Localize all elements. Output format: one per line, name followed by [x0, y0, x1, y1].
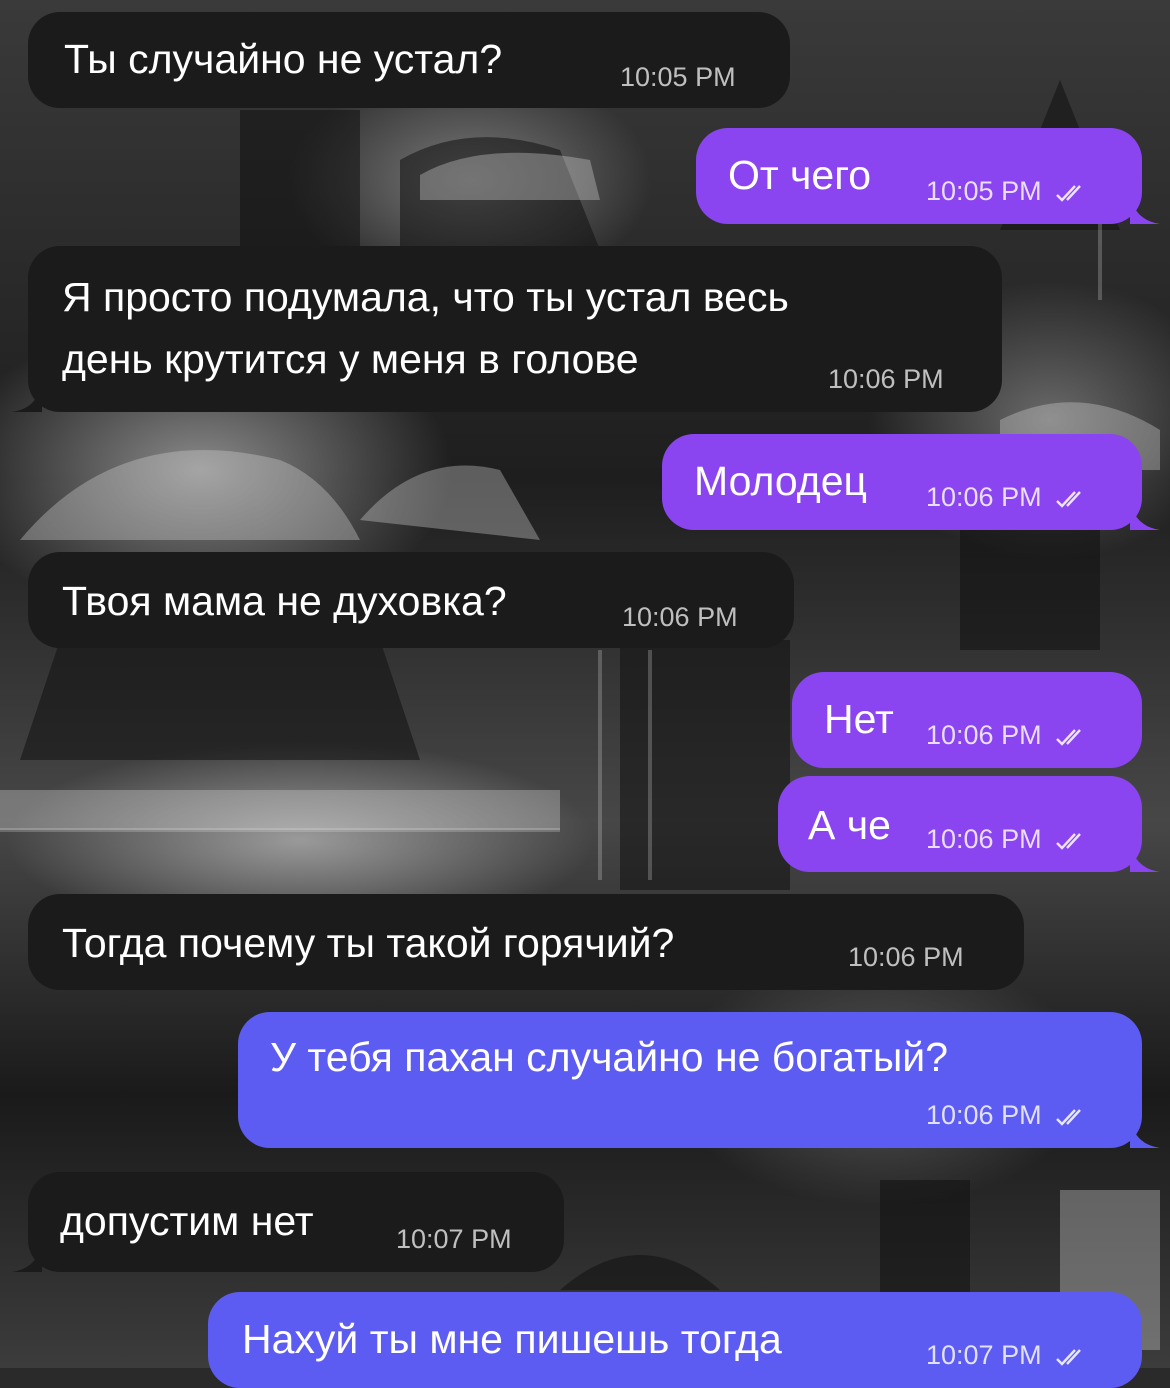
- message-time: 10:06 PM: [926, 720, 1042, 750]
- message-text: Ты случайно не устал?: [64, 36, 503, 82]
- message-time: 10:06 PM: [926, 824, 1042, 854]
- message-meta: 10:06 PM: [926, 482, 1093, 512]
- message-text: допустим нет: [60, 1198, 314, 1244]
- double-check-icon: [1056, 833, 1081, 850]
- message-incoming[interactable]: Ты случайно не устал? 10:05 PM: [28, 12, 790, 108]
- message-outgoing[interactable]: Нахуй ты мне пишешь тогда 10:07 PM: [208, 1292, 1142, 1388]
- message-incoming[interactable]: Твоя мама не духовка? 10:06 PM: [28, 552, 794, 648]
- message-text: От чего: [728, 152, 872, 198]
- message-incoming[interactable]: Тогда почему ты такой горячий? 10:06 PM: [28, 894, 1024, 990]
- message-outgoing[interactable]: А че 10:06 PM: [778, 776, 1160, 872]
- bubble-tail: [12, 1242, 42, 1272]
- message-meta: 10:05 PM: [926, 176, 1093, 206]
- message-text: А че: [808, 802, 891, 848]
- double-check-icon: [1056, 729, 1081, 746]
- message-time: 10:06 PM: [622, 602, 738, 632]
- bubble-tail: [1130, 194, 1160, 224]
- message-text-line: день крутится у меня в голове: [62, 336, 639, 382]
- message-outgoing[interactable]: От чего 10:05 PM: [696, 128, 1160, 224]
- message-text: Молодец: [694, 458, 868, 504]
- message-meta: 10:06 PM: [926, 1100, 1093, 1130]
- message-meta: 10:06 PM: [926, 824, 1093, 854]
- message-outgoing[interactable]: Молодец 10:06 PM: [662, 434, 1160, 530]
- message-incoming[interactable]: Я просто подумала, что ты устал весь ден…: [12, 246, 1002, 412]
- bubble-tail: [1130, 500, 1160, 530]
- double-check-icon: [1056, 1109, 1081, 1126]
- message-text-line: Я просто подумала, что ты устал весь: [62, 274, 789, 320]
- bubble-tail: [1130, 1118, 1160, 1148]
- message-text: У тебя пахан случайно не богатый?: [270, 1034, 949, 1080]
- message-time: 10:06 PM: [828, 364, 944, 394]
- message-time: 10:06 PM: [848, 942, 964, 972]
- bubble-tail: [12, 382, 42, 412]
- message-text: Твоя мама не духовка?: [62, 578, 507, 624]
- message-time: 10:06 PM: [926, 482, 1042, 512]
- message-outgoing[interactable]: У тебя пахан случайно не богатый? 10:06 …: [238, 1012, 1160, 1148]
- double-check-icon: [1056, 1349, 1081, 1366]
- message-incoming[interactable]: допустим нет 10:07 PM: [12, 1172, 564, 1272]
- message-time: 10:07 PM: [926, 1340, 1042, 1370]
- message-outgoing[interactable]: Нет 10:06 PM: [792, 672, 1142, 768]
- double-check-icon: [1056, 185, 1081, 202]
- bubble-tail: [1130, 842, 1160, 872]
- double-check-icon: [1056, 491, 1081, 508]
- message-time: 10:07 PM: [396, 1224, 512, 1254]
- message-text: Тогда почему ты такой горячий?: [62, 920, 675, 966]
- message-text: Нахуй ты мне пишешь тогда: [242, 1316, 782, 1362]
- message-time: 10:06 PM: [926, 1100, 1042, 1130]
- message-meta: 10:06 PM: [926, 720, 1093, 750]
- message-text: Нет: [824, 696, 894, 742]
- message-time: 10:05 PM: [926, 176, 1042, 206]
- message-meta: 10:07 PM: [926, 1340, 1093, 1370]
- message-time: 10:05 PM: [620, 62, 736, 92]
